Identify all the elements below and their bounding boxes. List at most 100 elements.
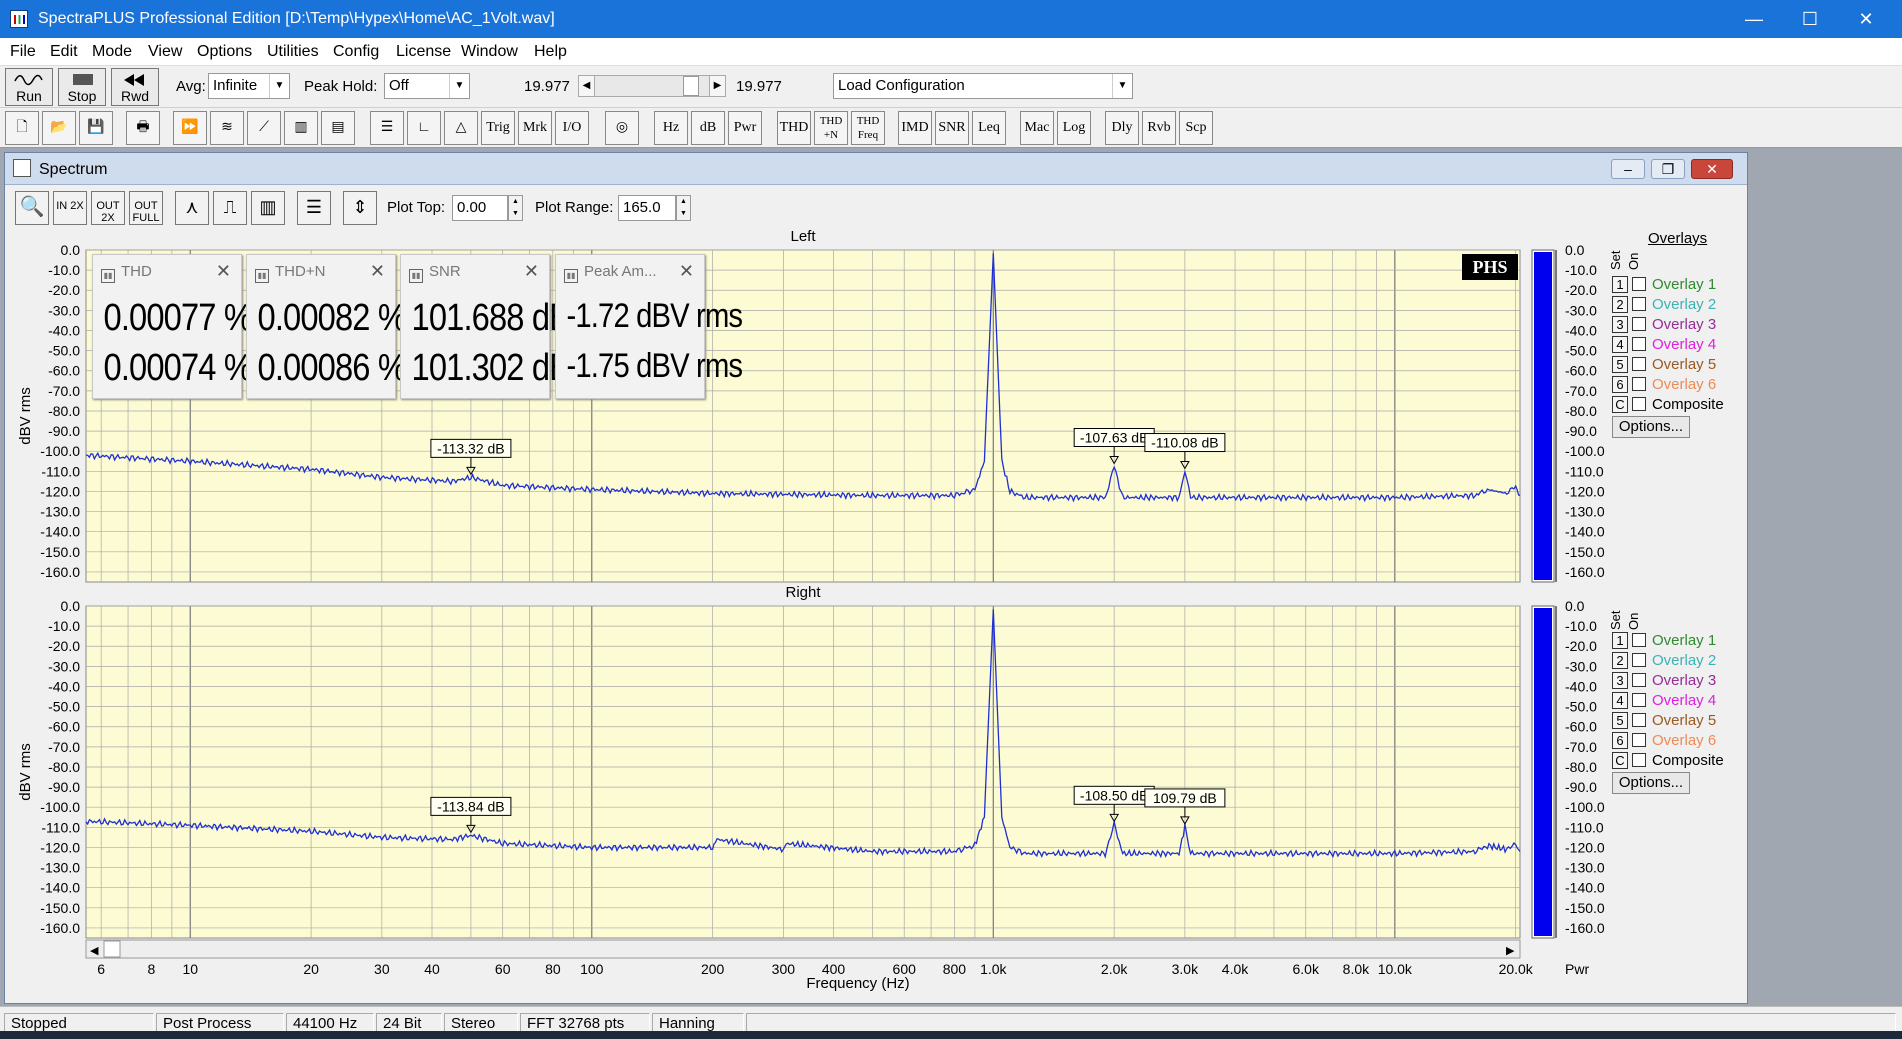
y-tick-label: -130.0 <box>40 504 80 520</box>
pwr-tick-label: -130.0 <box>1565 504 1605 520</box>
meter-close-icon[interactable]: ✕ <box>524 261 539 282</box>
pwr-tick-label: -150.0 <box>1565 900 1605 916</box>
marker-label: -113.32 dB <box>437 440 504 456</box>
y-tick-label: -130.0 <box>40 860 80 876</box>
meter-icon: ▮▮ <box>409 269 423 283</box>
pwr-tick-label: -120.0 <box>1565 483 1605 499</box>
overlay-row[interactable]: 1 Overlay 1 <box>1612 276 1716 294</box>
overlay-row[interactable]: C Composite <box>1612 396 1724 414</box>
overlay-checkbox[interactable] <box>1632 277 1646 291</box>
x-tick-label: 20 <box>303 961 319 977</box>
scroll-left-icon: ◀ <box>90 945 99 957</box>
meter-icon: ▮▮ <box>564 269 578 283</box>
overlay-set-button[interactable]: 6 <box>1612 732 1628 749</box>
scroll-right-icon: ▶ <box>1506 945 1515 957</box>
overlay-set-button[interactable]: 5 <box>1612 712 1628 729</box>
y-tick-label: -120.0 <box>40 839 80 855</box>
pwr-tick-label: -10.0 <box>1565 618 1597 634</box>
overlay-row[interactable]: 3 Overlay 3 <box>1612 316 1716 334</box>
overlay-options-button[interactable]: Options... <box>1612 772 1690 794</box>
overlay-row[interactable]: C Composite <box>1612 752 1724 770</box>
overlay-row[interactable]: 4 Overlay 4 <box>1612 692 1716 710</box>
overlay-checkbox[interactable] <box>1632 317 1646 331</box>
overlay-row[interactable]: 5 Overlay 5 <box>1612 712 1716 730</box>
x-tick-label: 10 <box>182 961 198 977</box>
y-tick-label: -70.0 <box>48 739 80 755</box>
meter-right-value: -1.75 dBV rms <box>566 347 744 385</box>
overlay-set-button[interactable]: 2 <box>1612 296 1628 313</box>
overlay-checkbox[interactable] <box>1632 693 1646 707</box>
y-tick-label: -100.0 <box>40 799 80 815</box>
overlay-set-button[interactable]: 3 <box>1612 672 1628 689</box>
meter-close-icon[interactable]: ✕ <box>370 261 385 282</box>
set-label: Set <box>1608 250 1623 270</box>
overlay-checkbox[interactable] <box>1632 397 1646 411</box>
overlay-row[interactable]: 6 Overlay 6 <box>1612 376 1716 394</box>
meter-right-value: 0.00086 % <box>257 347 407 389</box>
marker-label: -108.50 dB <box>1080 787 1149 803</box>
meter-left-value: 0.00077 % <box>103 297 253 339</box>
x-tick-label: 6 <box>97 961 105 977</box>
meter-header: ▮▮ THD <box>101 263 152 283</box>
y-tick-label: -110.0 <box>41 463 80 479</box>
overlay-label: Overlay 5 <box>1652 356 1717 373</box>
y-tick-label: -90.0 <box>48 423 80 439</box>
overlay-set-button[interactable]: 4 <box>1612 336 1628 353</box>
overlay-row[interactable]: 2 Overlay 2 <box>1612 652 1716 670</box>
overlay-row[interactable]: 6 Overlay 6 <box>1612 732 1716 750</box>
overlay-checkbox[interactable] <box>1632 297 1646 311</box>
overlay-row[interactable]: 1 Overlay 1 <box>1612 632 1716 650</box>
overlay-checkbox[interactable] <box>1632 337 1646 351</box>
overlay-set-button[interactable]: 6 <box>1612 376 1628 393</box>
y-tick-label: -20.0 <box>48 282 80 298</box>
x-tick-label: 1.0k <box>980 961 1007 977</box>
overlay-row[interactable]: 2 Overlay 2 <box>1612 296 1716 314</box>
overlay-set-button[interactable]: 1 <box>1612 276 1628 293</box>
overlay-set-button[interactable]: 1 <box>1612 632 1628 649</box>
thdn-meter: ▮▮ THD+N ✕ 0.00082 % 0.00086 % <box>246 254 407 399</box>
meter-close-icon[interactable]: ✕ <box>679 261 694 282</box>
scroll-thumb <box>103 940 121 958</box>
y-tick-label: -160.0 <box>40 920 80 936</box>
pwr-tick-label: -10.0 <box>1565 262 1597 278</box>
overlay-options-button[interactable]: Options... <box>1612 416 1690 438</box>
y-tick-label: -110.0 <box>41 819 80 835</box>
y-tick-label: -140.0 <box>40 524 80 540</box>
marker-label: -107.63 dB <box>1080 430 1149 446</box>
overlay-checkbox[interactable] <box>1632 377 1646 391</box>
overlay-checkbox[interactable] <box>1632 713 1646 727</box>
pwr-tick-label: -90.0 <box>1565 779 1597 795</box>
overlay-set-button[interactable]: 4 <box>1612 692 1628 709</box>
overlay-checkbox[interactable] <box>1632 673 1646 687</box>
on-label: On <box>1626 612 1641 630</box>
meter-title: THD+N <box>275 263 326 280</box>
x-tick-label: 2.0k <box>1101 961 1128 977</box>
overlay-set-button[interactable]: 5 <box>1612 356 1628 373</box>
overlay-set-button[interactable]: C <box>1612 396 1628 413</box>
meter-close-icon[interactable]: ✕ <box>216 261 231 282</box>
pwr-tick-label: -130.0 <box>1565 860 1605 876</box>
meter-title: THD <box>121 263 152 280</box>
level-bar-fill <box>1534 252 1552 580</box>
overlay-checkbox[interactable] <box>1632 733 1646 747</box>
overlay-row[interactable]: 3 Overlay 3 <box>1612 672 1716 690</box>
overlay-checkbox[interactable] <box>1632 653 1646 667</box>
overlay-set-button[interactable]: 2 <box>1612 652 1628 669</box>
pwr-tick-label: -90.0 <box>1565 423 1597 439</box>
level-bar-fill <box>1534 608 1552 936</box>
overlay-checkbox[interactable] <box>1632 633 1646 647</box>
overlay-row[interactable]: 4 Overlay 4 <box>1612 336 1716 354</box>
overlay-label: Composite <box>1652 752 1724 769</box>
pwr-tick-label: -70.0 <box>1565 383 1597 399</box>
y-tick-label: -120.0 <box>40 483 80 499</box>
overlay-checkbox[interactable] <box>1632 357 1646 371</box>
overlay-row[interactable]: 5 Overlay 5 <box>1612 356 1716 374</box>
overlay-set-button[interactable]: 3 <box>1612 316 1628 333</box>
y-tick-label: -30.0 <box>48 302 80 318</box>
x-tick-label: 200 <box>701 961 725 977</box>
y-tick-label: -60.0 <box>48 719 80 735</box>
pwr-tick-label: -150.0 <box>1565 544 1605 560</box>
overlay-checkbox[interactable] <box>1632 753 1646 767</box>
overlay-set-button[interactable]: C <box>1612 752 1628 769</box>
x-tick-label: 8.0k <box>1343 961 1370 977</box>
